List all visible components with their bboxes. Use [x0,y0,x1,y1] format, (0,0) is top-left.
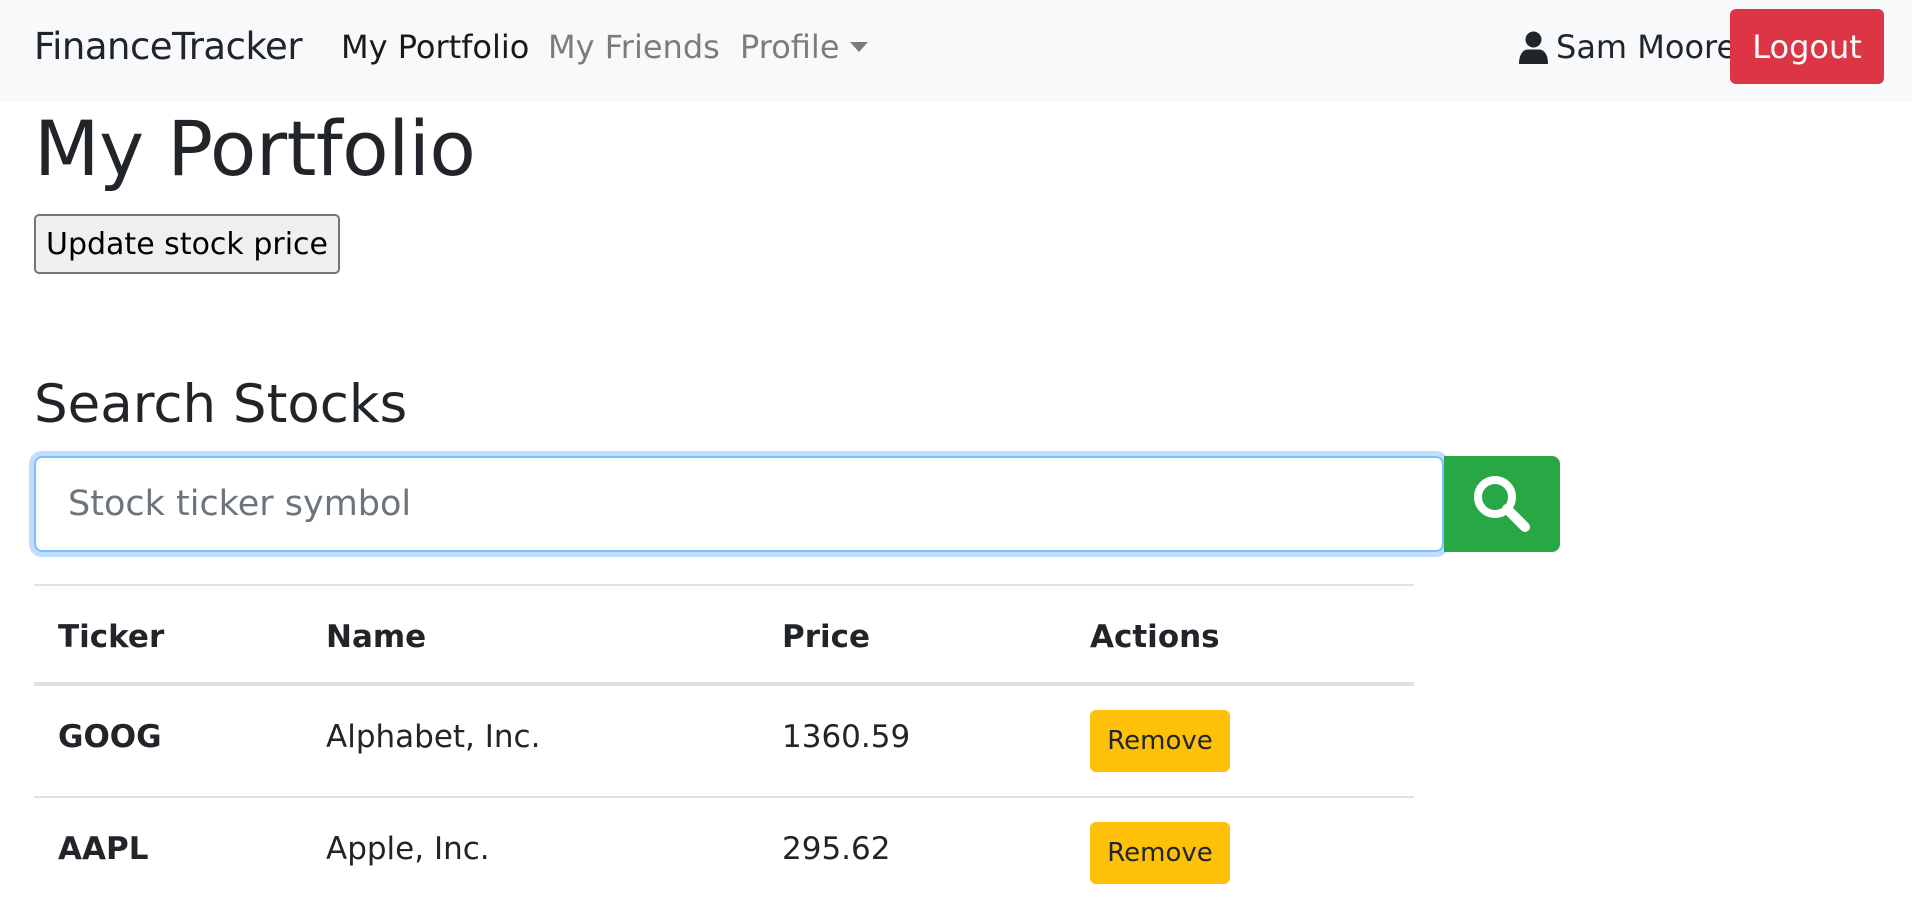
row-name: Alphabet, Inc. [326,719,541,755]
user-icon [1519,31,1548,64]
brand-link[interactable]: FinanceTracker [34,25,303,69]
remove-button[interactable]: Remove [1090,822,1230,884]
row-price: 295.62 [782,831,891,867]
header-actions: Actions [1090,619,1220,655]
remove-button[interactable]: Remove [1090,710,1230,772]
row-divider [34,796,1414,798]
stock-ticker-input[interactable] [34,456,1444,552]
search-section-title: Search Stocks [34,374,408,435]
chevron-down-icon[interactable] [850,42,868,52]
navbar: FinanceTracker My Portfolio My Friends P… [0,0,1912,102]
row-name: Apple, Inc. [326,831,490,867]
row-ticker: AAPL [58,831,149,867]
header-price: Price [782,619,871,655]
page-title: My Portfolio [34,104,476,193]
header-ticker: Ticker [58,619,165,655]
header-name: Name [326,619,427,655]
update-stock-price-button[interactable]: Update stock price [34,214,340,274]
logout-button[interactable]: Logout [1730,9,1884,84]
table-header-border [34,682,1414,686]
nav-profile-dropdown[interactable]: Profile [740,28,840,66]
nav-my-portfolio[interactable]: My Portfolio [341,28,529,66]
search-button[interactable] [1444,456,1560,552]
row-price: 1360.59 [782,719,911,755]
table-top-border [34,584,1414,586]
row-ticker: GOOG [58,719,162,755]
search-icon [1474,476,1530,532]
nav-my-friends[interactable]: My Friends [548,28,720,66]
user-name: Sam Moore [1556,28,1737,66]
